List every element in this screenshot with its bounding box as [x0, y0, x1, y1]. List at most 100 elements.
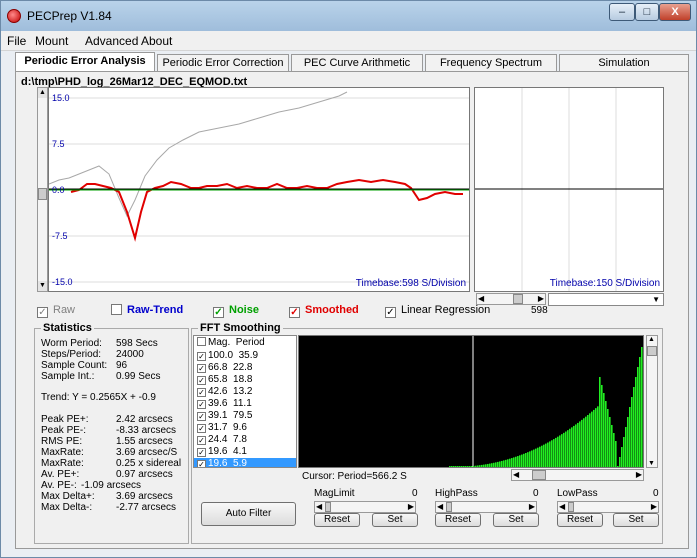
highpass-reset-button[interactable]: Reset: [435, 513, 481, 527]
scroll-right-icon[interactable]: ▶: [538, 294, 544, 304]
fft-row-checkbox[interactable]: ✓: [197, 376, 206, 385]
checkbox-linear-regression[interactable]: ✓ Linear Regression: [385, 304, 490, 318]
fft-list-item-selected[interactable]: ✓ 19.6 5.9: [194, 458, 296, 467]
lowpass-right-icon[interactable]: ▶: [651, 502, 657, 512]
side-chart[interactable]: Timebase:150 S/Division: [474, 87, 664, 292]
fft-horizontal-scrollbar[interactable]: ◀ ▶: [511, 469, 644, 481]
checkbox-smoothed-box[interactable]: ✓: [289, 307, 300, 318]
fft-bar: [623, 437, 625, 467]
lowpass-set-button[interactable]: Set: [613, 513, 659, 527]
maglimit-thumb[interactable]: [325, 502, 331, 512]
fft-bar: [535, 448, 537, 467]
maglimit-right-icon[interactable]: ▶: [408, 502, 414, 512]
timebase-scroll-thumb[interactable]: [513, 294, 523, 304]
lowpass-left-icon[interactable]: ◀: [559, 502, 565, 512]
fft-list-item[interactable]: ✓ 39.6 11.1: [194, 398, 296, 410]
checkbox-raw[interactable]: ✓ Raw: [37, 304, 75, 318]
maglimit-left-icon[interactable]: ◀: [316, 502, 322, 512]
menu-mount[interactable]: Mount: [35, 34, 68, 48]
fft-scroll-right-icon[interactable]: ▶: [636, 470, 642, 480]
fft-header-checkbox[interactable]: [197, 337, 206, 346]
fft-bar: [543, 444, 545, 467]
menu-about[interactable]: About: [141, 34, 172, 48]
highpass-slider[interactable]: ◀ ▶: [435, 501, 537, 513]
stat-value-peak-pe-minus: -8.33 arcsecs: [116, 425, 177, 436]
maglimit-reset-button[interactable]: Reset: [314, 513, 360, 527]
tab-pec-curve-arithmetic[interactable]: PEC Curve Arithmetic: [291, 54, 423, 72]
tab-frequency-spectrum[interactable]: Frequency Spectrum: [425, 54, 557, 72]
fft-vertical-scrollbar[interactable]: ▲ ▼: [646, 335, 658, 468]
checkbox-smoothed[interactable]: ✓ Smoothed: [289, 304, 359, 318]
scroll-up-icon[interactable]: ▲: [38, 88, 47, 98]
checkbox-noise[interactable]: ✓ Noise: [213, 304, 259, 318]
auto-filter-button[interactable]: Auto Filter: [201, 502, 296, 526]
tab-strip: Periodic Error Analysis Periodic Error C…: [15, 52, 689, 72]
tab-simulation[interactable]: Simulation: [559, 54, 689, 72]
checkbox-raw-box[interactable]: ✓: [37, 307, 48, 318]
maximize-button[interactable]: □: [635, 3, 659, 21]
timebase-dropdown[interactable]: ▼: [548, 293, 664, 306]
fft-list-item[interactable]: ✓ 65.8 18.8: [194, 374, 296, 386]
lowpass-reset-button[interactable]: Reset: [557, 513, 603, 527]
fft-scroll-down-icon[interactable]: ▼: [648, 460, 655, 467]
fft-bar: [641, 347, 643, 467]
tab-periodic-error-analysis[interactable]: Periodic Error Analysis: [15, 52, 155, 72]
checkbox-noise-box[interactable]: ✓: [213, 307, 224, 318]
minimize-button[interactable]: –: [609, 3, 635, 21]
fft-row-checkbox[interactable]: ✓: [197, 388, 206, 397]
fft-bar: [565, 431, 567, 467]
fft-row-checkbox[interactable]: ✓: [197, 436, 206, 445]
vertical-scrollbar[interactable]: ▲ ▼: [37, 87, 48, 292]
fft-row-checkbox[interactable]: ✓: [197, 448, 206, 457]
fft-bar: [589, 413, 591, 467]
fft-scroll-left-icon[interactable]: ◀: [513, 470, 519, 480]
fft-row-checkbox[interactable]: ✓: [197, 400, 206, 409]
checkbox-raw-trend-box[interactable]: [111, 304, 122, 315]
fft-row-checkbox[interactable]: ✓: [197, 364, 206, 373]
fft-list-item[interactable]: ✓ 100.0 35.9: [194, 350, 296, 362]
fft-row-checkbox[interactable]: ✓: [197, 460, 206, 467]
lowpass-slider[interactable]: ◀ ▶: [557, 501, 659, 513]
stat-value-max-delta-minus: -2.77 arcsecs: [116, 502, 177, 513]
highpass-right-icon[interactable]: ▶: [529, 502, 535, 512]
highpass-thumb[interactable]: [446, 502, 452, 512]
scroll-left-icon[interactable]: ◀: [478, 294, 484, 304]
fft-list-item[interactable]: ✓ 24.4 7.8: [194, 434, 296, 446]
fft-row-period: 9.6: [233, 422, 247, 433]
fft-spectrum-plot[interactable]: [298, 335, 644, 468]
fft-list-item[interactable]: ✓ 42.6 13.2: [194, 386, 296, 398]
fft-list-item[interactable]: ✓ 19.6 4.1: [194, 446, 296, 458]
fft-hscroll-thumb[interactable]: [532, 470, 546, 480]
tab-periodic-error-correction[interactable]: Periodic Error Correction: [157, 54, 289, 72]
fft-row-checkbox[interactable]: ✓: [197, 424, 206, 433]
fft-scroll-thumb[interactable]: [647, 346, 657, 356]
maglimit-set-button[interactable]: Set: [372, 513, 418, 527]
highpass-left-icon[interactable]: ◀: [437, 502, 443, 512]
fft-list-item[interactable]: ✓ 39.1 79.5: [194, 410, 296, 422]
checkbox-noise-label: Noise: [229, 304, 259, 316]
fft-bar: [575, 424, 577, 467]
fft-bar: [559, 435, 561, 467]
menu-advanced[interactable]: Advanced: [85, 34, 138, 48]
menu-file[interactable]: File: [7, 34, 26, 48]
chevron-down-icon[interactable]: ▼: [652, 294, 660, 306]
scroll-down-icon[interactable]: ▼: [38, 281, 47, 291]
fft-harmonics-list[interactable]: Mag. Period ✓ 100.0 35.9 ✓ 66.8 22.8 ✓ 65.8…: [193, 335, 297, 468]
scroll-thumb[interactable]: [38, 188, 47, 200]
fft-list-item[interactable]: ✓ 31.7 9.6: [194, 422, 296, 434]
fft-header-period: Period: [235, 337, 265, 348]
close-button[interactable]: X: [659, 3, 691, 21]
maglimit-slider[interactable]: ◀ ▶: [314, 501, 416, 513]
checkbox-raw-trend[interactable]: Raw-Trend: [111, 304, 183, 316]
checkbox-linear-regression-box[interactable]: ✓: [385, 307, 396, 318]
fft-bar: [489, 463, 491, 467]
fft-list-item[interactable]: ✓ 66.8 22.8: [194, 362, 296, 374]
fft-row-mag: 65.8: [208, 374, 228, 385]
main-error-chart[interactable]: 15.0 7.5 0.0 -7.5 -15.0 Timebase:598 S/D…: [48, 87, 470, 292]
fft-scroll-up-icon[interactable]: ▲: [648, 336, 655, 343]
fft-row-checkbox[interactable]: ✓: [197, 412, 206, 421]
fft-row-checkbox[interactable]: ✓: [197, 352, 206, 361]
fft-list-header[interactable]: Mag. Period: [194, 337, 296, 349]
highpass-set-button[interactable]: Set: [493, 513, 539, 527]
lowpass-thumb[interactable]: [568, 502, 574, 512]
